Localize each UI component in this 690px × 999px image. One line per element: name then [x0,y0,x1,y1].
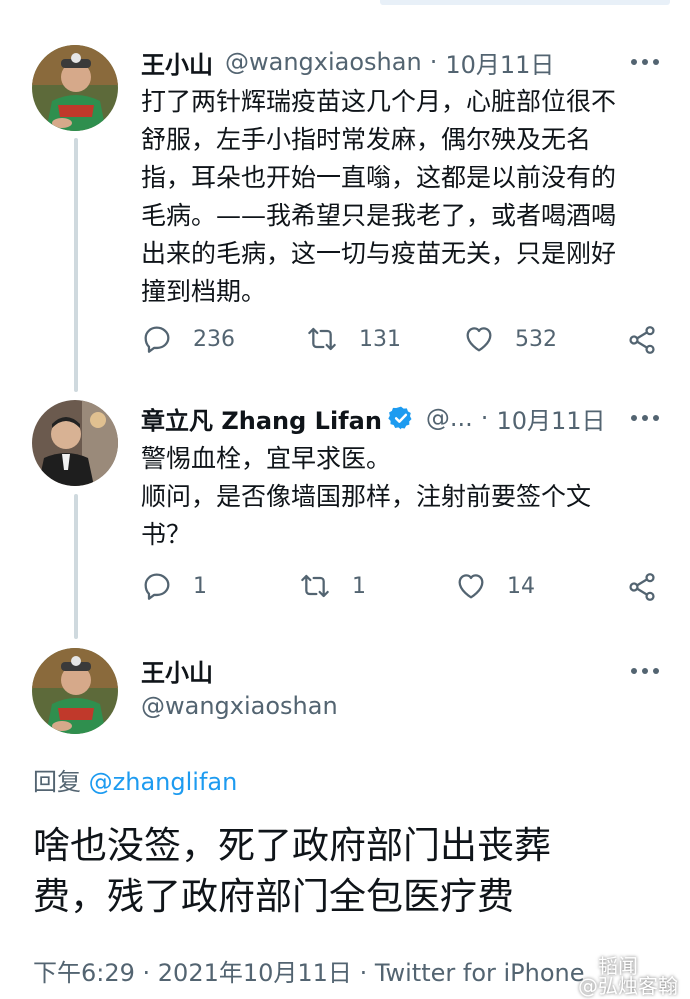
author-name[interactable]: 章立凡 Zhang Lifan [141,401,382,436]
avatar-wangxiaoshan[interactable] [32,45,118,131]
tweet-date[interactable]: 10月11日 [445,45,554,80]
replying-to: 回复 @zhanglifan [33,762,237,797]
tweet-timestamp[interactable]: 下午6:29 · 2021年10月11日 · Twitter for iPhon… [33,953,585,988]
retweet-icon [308,327,336,351]
reply-count: 236 [193,326,235,352]
tweet-text-line: 啥也没签，死了政府部门出丧葬 [33,824,551,867]
tweet3-name-row: 王小山 [141,650,213,690]
like-count: 532 [515,326,557,352]
like-button[interactable]: 532 [463,323,557,355]
verified-badge-icon [388,406,412,430]
tweet2-text: 警惕血栓，宜早求医。 顺问，是否像墙国那样，注射前要签个文 书？ [141,440,661,554]
avatar-zhanglifan[interactable] [32,400,118,486]
top-edge-bar [380,0,670,5]
like-button[interactable]: 14 [455,570,535,602]
avatar-wangxiaoshan[interactable] [32,648,118,734]
tweet3-text: 啥也没签，死了政府部门出丧葬 费，残了政府部门全包医疗费 [33,820,653,922]
share-icon [629,573,655,601]
author-handle[interactable]: @... [426,404,473,432]
thread-line [74,138,78,392]
tweet-text-line: 警惕血栓，宜早求医。 [141,444,392,473]
more-icon[interactable] [631,666,661,676]
reply-button[interactable]: 1 [141,570,207,602]
retweet-button[interactable]: 131 [305,323,401,355]
more-icon[interactable] [631,413,661,423]
like-icon [466,327,492,352]
share-icon [629,326,655,354]
tweet-text-line: 打了两针辉瑞疫苗这几个月，心脏部位很不 [141,87,617,116]
reply-to-link[interactable]: @zhanglifan [89,768,238,796]
share-button[interactable] [626,571,658,607]
tweet1-text: 打了两针辉瑞疫苗这几个月，心脏部位很不 舒服，左手小指时常发麻，偶尔殃及无名 指… [141,83,661,311]
separator-dot: · [480,404,489,432]
tweet3-handle-row: @wangxiaoshan [141,686,338,726]
separator-dot: · [429,48,438,76]
reply-icon [144,326,170,353]
watermark: 韬闻 @弘烛客翰 [572,950,690,998]
reply-count: 1 [193,573,207,599]
tweet-text-line: 指，耳朵也开始一直嗡，这都是以前没有的 [141,163,617,192]
tweet-date[interactable]: 10月11日 [496,401,605,436]
reply-button[interactable]: 236 [141,323,235,355]
author-name[interactable]: 王小山 [141,653,213,688]
watermark-handle: @弘烛客翰 [578,974,678,998]
author-handle[interactable]: @wangxiaoshan [225,48,422,76]
like-count: 14 [507,573,535,599]
more-icon[interactable] [631,57,661,67]
tweet-text-line: 毛病。——我希望只是我老了，或者喝酒喝 [141,201,617,230]
thread-line [74,494,78,639]
tweet2-header: 章立凡 Zhang Lifan @... · 10月11日 [141,398,606,438]
author-handle[interactable]: @wangxiaoshan [141,692,338,720]
tweet-text-line: 撞到档期。 [141,277,267,306]
retweet-button[interactable]: 1 [298,570,366,602]
retweet-count: 1 [352,573,366,599]
reply-icon [144,573,170,600]
tweet-text-line: 费，残了政府部门全包医疗费 [33,875,514,918]
tweet-text-line: 顺问，是否像墙国那样，注射前要签个文 [141,482,592,511]
share-button[interactable] [626,324,658,360]
weibo-logo-icon [572,953,591,968]
retweet-count: 131 [359,326,401,352]
tweet-text-line: 舒服，左手小指时常发麻，偶尔殃及无名 [141,125,592,154]
like-icon [458,574,484,599]
author-name[interactable]: 王小山 [141,45,213,80]
retweet-icon [301,574,329,598]
tweet-text-line: 书？ [141,520,192,549]
reply-prefix: 回复 [33,768,81,796]
tweet1-header: 王小山 @wangxiaoshan · 10月11日 [141,42,554,82]
tweet-text-line: 出来的毛病，这一切与疫苗无关，只是刚好 [141,239,617,268]
